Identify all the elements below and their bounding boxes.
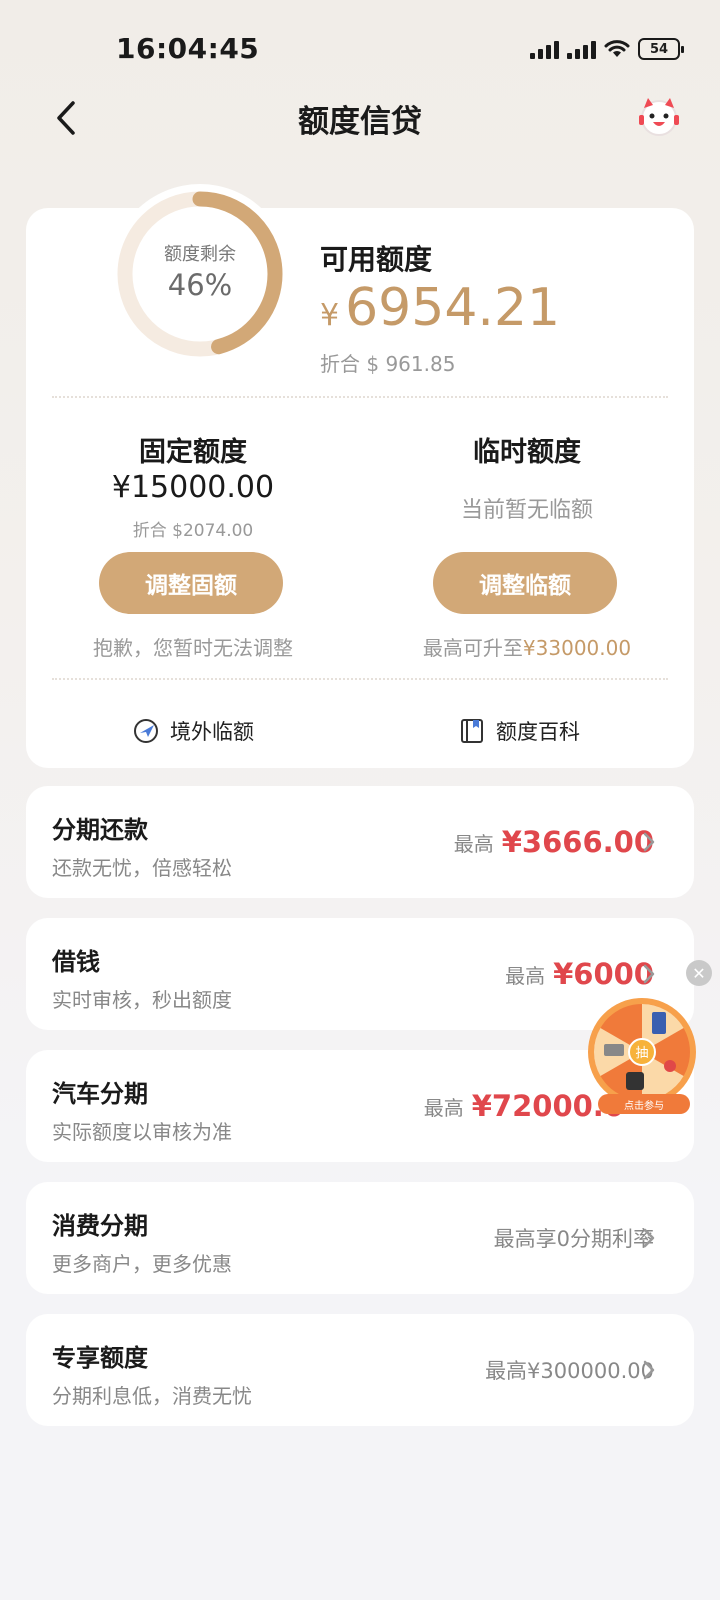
available-quota-value: 6954.21 <box>345 278 561 338</box>
divider <box>52 678 668 680</box>
item-title: 借钱 <box>52 948 100 976</box>
item-subtitle: 实时审核，秒出额度 <box>52 988 232 1012</box>
chevron-right-icon <box>643 832 655 852</box>
item-subtitle: 分期利息低，消费无忧 <box>52 1384 252 1408</box>
customer-service-mascot-icon[interactable] <box>636 94 682 140</box>
remaining-quota-donut: 额度剩余 46% <box>110 184 290 364</box>
item-title: 分期还款 <box>52 816 148 844</box>
overseas-temp-quota-link[interactable]: 境外临额 <box>132 716 254 746</box>
signal-icon-2 <box>567 39 596 59</box>
status-icons: 54 <box>530 38 684 60</box>
item-title: 汽车分期 <box>52 1080 148 1108</box>
quota-encyclopedia-link[interactable]: 额度百科 <box>458 716 580 746</box>
nav-bar: 额度信贷 <box>0 88 720 148</box>
temporary-quota-title: 临时额度 <box>473 437 581 468</box>
list-item-consumer-installment[interactable]: 消费分期 更多商户，更多优惠 最高享0分期利率 <box>26 1182 694 1294</box>
item-subtitle: 更多商户，更多优惠 <box>52 1252 232 1276</box>
item-limit-text: 最高¥300000.00 <box>485 1359 654 1383</box>
item-limit-prefix: 最高 <box>453 831 494 856</box>
donut-percent: 46% <box>167 268 233 302</box>
close-icon[interactable]: ✕ <box>686 960 712 986</box>
item-limit-prefix: 最高 <box>505 963 546 988</box>
signal-icon <box>530 39 559 59</box>
available-quota-usd: 折合 $ 961.85 <box>320 352 456 376</box>
item-limit-amount: ¥3666.00 <box>501 825 654 859</box>
quota-encyclopedia-label: 额度百科 <box>496 720 580 744</box>
item-limit-text: 最高享0分期利率 <box>493 1227 654 1251</box>
item-title: 专享额度 <box>52 1344 148 1372</box>
wheel-center-label: 抽 <box>635 1046 648 1061</box>
fixed-quota-title: 固定额度 <box>139 437 247 468</box>
divider <box>52 396 668 398</box>
fixed-quota-note: 抱歉，您暂时无法调整 <box>93 636 293 660</box>
status-bar: 16:04:45 54 <box>0 0 720 100</box>
item-title: 消费分期 <box>52 1212 148 1240</box>
lucky-draw-widget[interactable]: ✕ 抽 点击参与 <box>586 950 716 1130</box>
temporary-quota-status: 当前暂无临额 <box>460 498 593 523</box>
fixed-quota-amount: ¥15000.00 <box>111 470 275 505</box>
plane-globe-icon <box>134 719 158 743</box>
item-subtitle: 实际额度以审核为准 <box>52 1120 232 1144</box>
wifi-icon <box>604 40 630 57</box>
item-subtitle: 还款无忧，倍感轻松 <box>52 856 232 880</box>
item-limit: 最高¥300000.00 <box>485 1314 654 1426</box>
available-quota-title: 可用额度 <box>320 243 433 276</box>
temporary-quota-note: 最高可升至¥33000.00 <box>360 632 694 661</box>
item-limit: 最高享0分期利率 <box>494 1182 654 1294</box>
adjust-fixed-quota-button[interactable]: 调整固额 <box>99 552 283 614</box>
fixed-quota-usd: 折合 $2074.00 <box>132 521 254 541</box>
available-quota-amount: ¥ 6954.21 <box>320 278 560 338</box>
overseas-temp-quota-label: 境外临额 <box>170 720 254 744</box>
credit-summary-card: 额度剩余 46% 可用额度 ¥ 6954.21 折合 $ 961.85 固定额度… <box>26 184 694 768</box>
prize-wheel-icon: 抽 <box>588 998 696 1106</box>
join-draw-button[interactable]: 点击参与 <box>598 1094 690 1114</box>
status-time: 16:04:45 <box>116 32 260 65</box>
book-icon <box>461 719 483 743</box>
adjust-temporary-quota-button[interactable]: 调整临额 <box>433 552 617 614</box>
temporary-note-amount: ¥33000.00 <box>522 636 632 660</box>
chevron-right-icon <box>643 1360 655 1380</box>
chevron-right-icon <box>643 1228 655 1248</box>
list-item-exclusive-quota[interactable]: 专享额度 分期利息低，消费无忧 最高¥300000.00 <box>26 1314 694 1426</box>
currency-symbol: ¥ <box>320 298 340 333</box>
item-limit: 最高 ¥3666.00 <box>454 786 654 898</box>
item-limit-prefix: 最高 <box>423 1095 464 1120</box>
list-item-installment-repayment[interactable]: 分期还款 还款无忧，倍感轻松 最高 ¥3666.00 <box>26 786 694 898</box>
donut-label: 额度剩余 <box>164 244 236 265</box>
page-title: 额度信贷 <box>298 104 422 140</box>
battery-icon: 54 <box>638 38 684 60</box>
temporary-note-prefix: 最高可升至 <box>422 636 523 660</box>
